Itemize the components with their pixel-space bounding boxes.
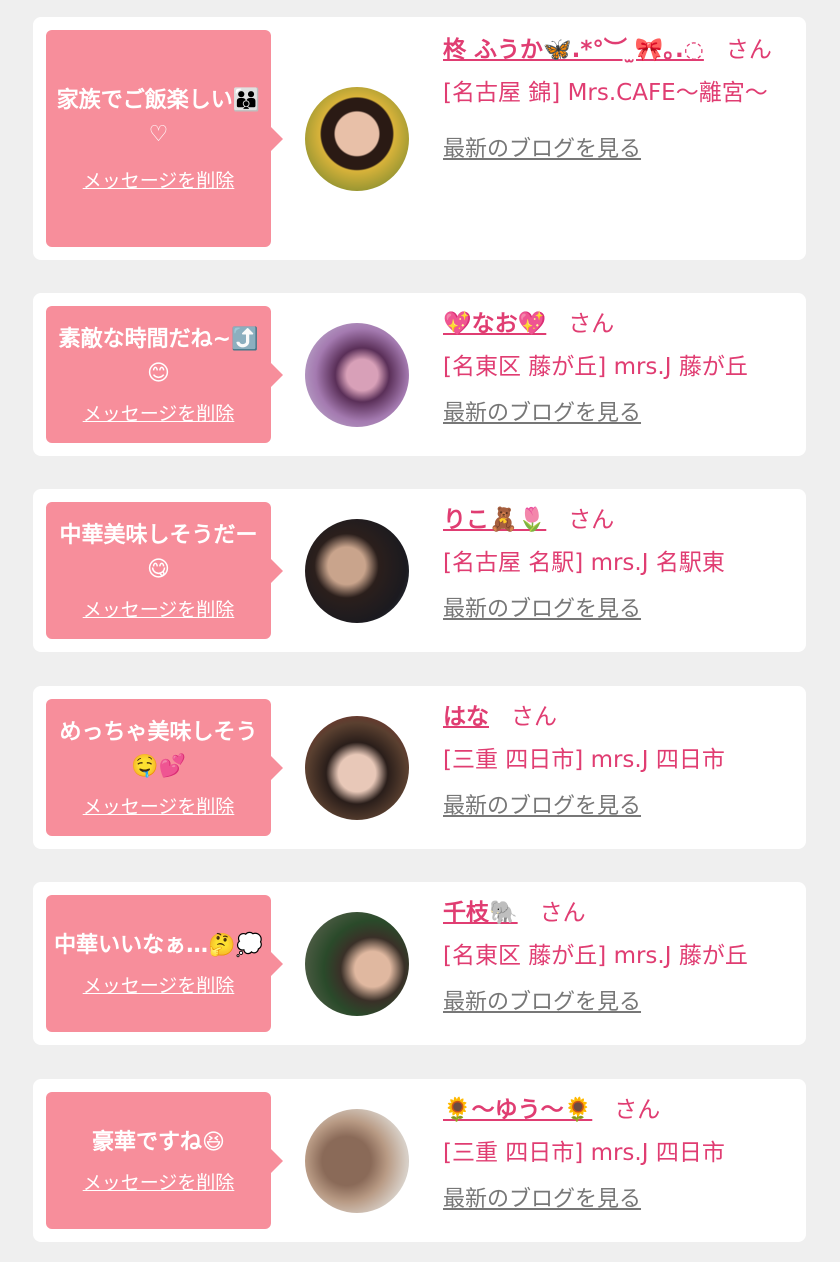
shop-info: [名東区 藤が丘] mrs.J 藤が丘 xyxy=(443,943,748,969)
message-card: 家族でご飯楽しい👪♡ メッセージを削除 柊 ふうか🦋.*°︶ ̫🎀｡.◌ さん [… xyxy=(33,17,806,260)
delete-message-link[interactable]: メッセージを削除 xyxy=(83,792,235,819)
message-bubble: 豪華ですね😆 メッセージを削除 xyxy=(46,1092,283,1229)
avatar[interactable] xyxy=(305,716,409,820)
cast-name-link[interactable]: はな xyxy=(443,704,489,730)
honorific: さん xyxy=(568,507,615,533)
message-bubble: 素敵な時間だね~⤴️😊 メッセージを削除 xyxy=(46,306,283,443)
delete-message-link[interactable]: メッセージを削除 xyxy=(83,1168,235,1195)
honorific: さん xyxy=(614,1097,661,1123)
cast-info: 柊 ふうか🦋.*°︶ ̫🎀｡.◌ さん [名古屋 錦] Mrs.CAFE～離宮～ … xyxy=(443,33,793,163)
shop-info: [名古屋 名駅] mrs.J 名駅東 xyxy=(443,550,725,576)
cast-info: 🌻〜ゆう〜🌻 さん [三重 四日市] mrs.J 四日市 最新のブログを見る xyxy=(443,1093,793,1213)
avatar[interactable] xyxy=(305,912,409,1016)
shop-info: [名東区 藤が丘] mrs.J 藤が丘 xyxy=(443,354,748,380)
delete-message-link[interactable]: メッセージを削除 xyxy=(83,166,235,193)
message-card: 中華美味しそうだー😋 メッセージを削除 りこ🧸🌷 さん [名古屋 名駅] mrs.… xyxy=(33,489,806,652)
cast-info: 千枝🐘 さん [名東区 藤が丘] mrs.J 藤が丘 最新のブログを見る xyxy=(443,896,793,1016)
latest-blog-link[interactable]: 最新のブログを見る xyxy=(443,1181,641,1213)
cast-name-link[interactable]: りこ🧸🌷 xyxy=(443,507,546,533)
latest-blog-link[interactable]: 最新のブログを見る xyxy=(443,984,641,1016)
honorific: さん xyxy=(725,37,772,63)
cast-info: はな さん [三重 四日市] mrs.J 四日市 最新のブログを見る xyxy=(443,700,793,820)
latest-blog-link[interactable]: 最新のブログを見る xyxy=(443,591,641,623)
avatar[interactable] xyxy=(305,323,409,427)
avatar[interactable] xyxy=(305,1109,409,1213)
cast-info: 💖なお💖 さん [名東区 藤が丘] mrs.J 藤が丘 最新のブログを見る xyxy=(443,307,793,427)
cast-name-link[interactable]: 千枝🐘 xyxy=(443,900,518,926)
message-text: 豪華ですね😆 xyxy=(92,1130,225,1155)
message-bubble: 中華美味しそうだー😋 メッセージを削除 xyxy=(46,502,283,639)
message-card: 豪華ですね😆 メッセージを削除 🌻〜ゆう〜🌻 さん [三重 四日市] mrs.J … xyxy=(33,1079,806,1242)
cast-name-link[interactable]: 柊 ふうか🦋.*°︶ ̫🎀｡.◌ xyxy=(443,37,704,63)
message-list: 家族でご飯楽しい👪♡ メッセージを削除 柊 ふうか🦋.*°︶ ̫🎀｡.◌ さん [… xyxy=(0,0,840,1262)
delete-message-link[interactable]: メッセージを削除 xyxy=(83,971,235,998)
honorific: さん xyxy=(568,311,615,337)
message-text: 中華美味しそうだー😋 xyxy=(59,523,258,582)
shop-info: [三重 四日市] mrs.J 四日市 xyxy=(443,1140,725,1166)
message-card: 素敵な時間だね~⤴️😊 メッセージを削除 💖なお💖 さん [名東区 藤が丘] mr… xyxy=(33,293,806,456)
delete-message-link[interactable]: メッセージを削除 xyxy=(83,595,235,622)
message-card: めっちゃ美味しそう🤤💕 メッセージを削除 はな さん [三重 四日市] mrs.J… xyxy=(33,686,806,849)
message-card: 中華いいなぁ…🤔💭 メッセージを削除 千枝🐘 さん [名東区 藤が丘] mrs.J… xyxy=(33,882,806,1045)
latest-blog-link[interactable]: 最新のブログを見る xyxy=(443,395,641,427)
avatar[interactable] xyxy=(305,519,409,623)
cast-info: りこ🧸🌷 さん [名古屋 名駅] mrs.J 名駅東 最新のブログを見る xyxy=(443,503,793,623)
message-text: 素敵な時間だね~⤴️😊 xyxy=(58,327,259,386)
message-bubble: めっちゃ美味しそう🤤💕 メッセージを削除 xyxy=(46,699,283,836)
message-bubble: 中華いいなぁ…🤔💭 メッセージを削除 xyxy=(46,895,283,1032)
honorific: さん xyxy=(511,704,557,730)
message-bubble: 家族でご飯楽しい👪♡ メッセージを削除 xyxy=(46,30,283,247)
message-text: めっちゃ美味しそう🤤💕 xyxy=(59,720,258,779)
cast-name-link[interactable]: 💖なお💖 xyxy=(443,311,546,337)
cast-name-link[interactable]: 🌻〜ゆう〜🌻 xyxy=(443,1097,592,1123)
latest-blog-link[interactable]: 最新のブログを見る xyxy=(443,131,641,163)
shop-info: [名古屋 錦] Mrs.CAFE～離宮～ xyxy=(443,80,768,106)
message-text: 中華いいなぁ…🤔💭 xyxy=(54,933,263,958)
delete-message-link[interactable]: メッセージを削除 xyxy=(83,399,235,426)
honorific: さん xyxy=(539,900,586,926)
latest-blog-link[interactable]: 最新のブログを見る xyxy=(443,788,641,820)
shop-info: [三重 四日市] mrs.J 四日市 xyxy=(443,747,725,773)
avatar[interactable] xyxy=(305,87,409,191)
message-text: 家族でご飯楽しい👪♡ xyxy=(56,88,261,147)
